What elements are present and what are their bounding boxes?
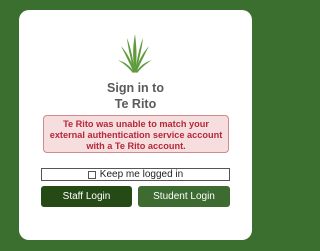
error-message: Te Rito was unable to match your externa… bbox=[49, 119, 223, 151]
page-title-line1: Sign in to bbox=[107, 81, 164, 95]
checkbox-unchecked-icon[interactable] bbox=[87, 170, 96, 179]
staff-login-button[interactable]: Staff Login bbox=[41, 186, 132, 207]
keep-logged-in-option[interactable]: Keep me logged in bbox=[41, 168, 230, 181]
page-title-line2: Te Rito bbox=[114, 97, 157, 111]
login-card: Sign in to Te Rito Te Rito was unable to… bbox=[19, 10, 252, 240]
keep-logged-in-label: Keep me logged in bbox=[99, 169, 184, 180]
flax-plant-logo-icon bbox=[118, 34, 152, 73]
student-login-button[interactable]: Student Login bbox=[138, 186, 230, 207]
error-alert: Te Rito was unable to match your externa… bbox=[43, 115, 229, 153]
